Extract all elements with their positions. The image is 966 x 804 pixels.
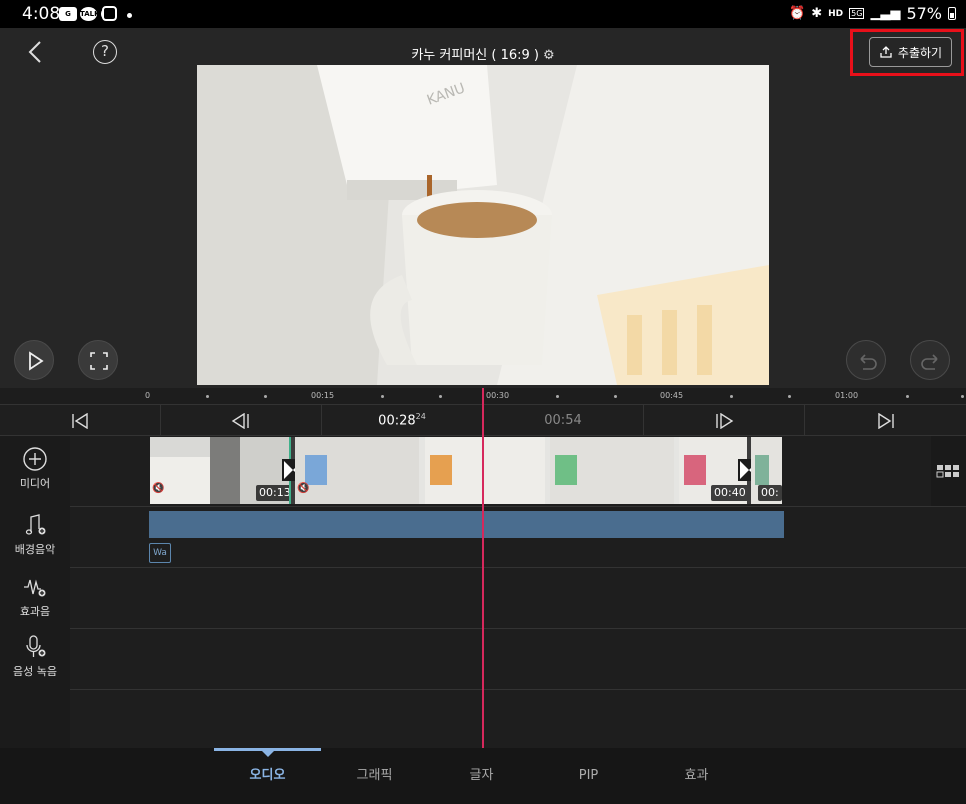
ruler-tick (614, 395, 617, 398)
network-5g-icon: 5G (849, 8, 865, 19)
video-track[interactable]: 🔇 00:13 � (150, 437, 782, 504)
ruler-tick (206, 395, 209, 398)
next-frame-icon (716, 412, 734, 429)
ruler-label: 01:00 (835, 391, 859, 400)
track-divider (70, 689, 966, 690)
play-button[interactable] (14, 340, 54, 380)
mute-icon: 🔇 (152, 483, 165, 494)
project-title-text: 카누 커피머신 ( 16:9 ) (411, 48, 539, 63)
voice-record-button[interactable]: 음성 녹음 (0, 634, 70, 679)
grid-icon (936, 465, 959, 478)
upload-icon (880, 46, 892, 58)
bgm-label: 배경음악 (14, 543, 56, 556)
clip-thumbnail (295, 437, 747, 504)
video-editor-screen: 4:08 G TALK … ⏰ ✱ HD 5G ▁▃▅ 57% ? 카누 커피머… (0, 0, 966, 804)
hd-voice-icon: HD (828, 8, 844, 19)
audio-clip[interactable] (149, 511, 784, 538)
audio-clip-tag[interactable]: Wa (149, 543, 171, 563)
export-label: 추출하기 (897, 45, 943, 60)
play-icon (29, 351, 44, 371)
tab-pip[interactable]: PIP (535, 748, 642, 804)
layout-grid-button[interactable] (931, 436, 966, 506)
media-button[interactable]: 미디어 (0, 446, 70, 491)
bottom-tab-bar: 오디오 그래픽 글자 PIP 효과 (0, 748, 966, 804)
status-time: 4:08 (22, 4, 61, 24)
redo-icon (921, 354, 938, 370)
playhead-time: 00:28 (378, 413, 416, 429)
battery-percent: 57% (906, 4, 942, 23)
clip-duration: 00:13 (256, 485, 289, 501)
signal-icon: ▁▃▅ (870, 6, 901, 21)
clip-duration: 00:40 (711, 485, 747, 501)
playhead-time-display: 00:2824 (322, 405, 483, 436)
kakaotalk-icon: TALK (80, 7, 100, 21)
export-button[interactable]: 추출하기 (869, 37, 952, 67)
tab-effect[interactable]: 효과 (643, 748, 750, 804)
next-time-display: 00:54 (483, 405, 644, 436)
video-frame-image: KANU (197, 65, 769, 385)
media-label: 미디어 (19, 477, 51, 490)
microphone-plus-icon (26, 635, 46, 657)
track-divider (70, 628, 966, 629)
instagram-icon (102, 6, 117, 21)
settings-gear-icon[interactable]: ⚙ (543, 48, 555, 63)
ruler-tick (788, 395, 791, 398)
add-media-icon (23, 447, 47, 471)
mute-icon: 🔇 (297, 483, 310, 494)
fullscreen-icon (90, 352, 108, 370)
bluetooth-icon: ✱ (811, 6, 823, 21)
ruler-tick (906, 395, 909, 398)
fullscreen-button[interactable] (78, 340, 118, 380)
video-clip[interactable]: 00: (751, 437, 782, 504)
voice-label: 음성 녹음 (13, 665, 57, 678)
status-indicators: ⏰ ✱ HD 5G ▁▃▅ 57% (789, 4, 956, 23)
ruler-tick (439, 395, 442, 398)
video-preview[interactable]: KANU (197, 65, 769, 385)
track-sidebar: 미디어 배경음악 효과음 음성 녹음 (0, 436, 70, 748)
ruler-label: 0 (145, 391, 151, 400)
battery-icon (948, 7, 956, 20)
skip-end-icon (877, 412, 894, 429)
tab-audio[interactable]: 오디오 (214, 748, 321, 804)
ruler-tick (556, 395, 559, 398)
ruler-tick (381, 395, 384, 398)
video-clip[interactable]: 🔇 00:40 (295, 437, 747, 504)
track-divider (70, 506, 966, 507)
jump-to-end-button[interactable] (805, 405, 966, 436)
prev-edit-button[interactable] (161, 405, 322, 436)
clip-duration: 00: (758, 485, 782, 501)
video-clip[interactable]: 🔇 00:13 (150, 437, 291, 504)
notification-dot-icon (127, 13, 132, 18)
preview-area: KANU (0, 65, 966, 388)
ruler-tick (264, 395, 267, 398)
status-bar: 4:08 G TALK … ⏰ ✱ HD 5G ▁▃▅ 57% (0, 0, 966, 28)
playhead-frames: 24 (415, 412, 426, 422)
redo-button[interactable] (910, 340, 950, 380)
timeline: 미디어 배경음악 효과음 음성 녹음 🔇 00:13 🔇 00:40 00: W… (0, 388, 966, 748)
ruler-tick (961, 395, 964, 398)
undo-icon (860, 354, 877, 370)
waveform-plus-icon (24, 579, 46, 597)
bgm-button[interactable]: 배경음악 (0, 512, 70, 557)
sfx-label: 효과음 (19, 605, 51, 618)
ruler-label: 00:15 (311, 391, 335, 400)
skip-start-icon (72, 412, 88, 429)
next-edit-button[interactable] (644, 405, 805, 436)
undo-button[interactable] (846, 340, 886, 380)
tab-graphic[interactable]: 그래픽 (321, 748, 428, 804)
tab-text[interactable]: 글자 (428, 748, 535, 804)
google-news-icon: G (59, 7, 77, 21)
next-time: 00:54 (544, 413, 582, 428)
sfx-button[interactable]: 효과음 (0, 574, 70, 619)
jump-to-start-button[interactable] (0, 405, 161, 436)
ruler-label: 00:45 (660, 391, 684, 400)
project-title[interactable]: 카누 커피머신 ( 16:9 ) ⚙ (0, 44, 966, 63)
music-note-plus-icon (25, 514, 46, 535)
ruler-tick (730, 395, 733, 398)
ruler-label: 00:30 (486, 391, 510, 400)
playhead[interactable] (482, 388, 484, 748)
track-divider (70, 567, 966, 568)
alarm-icon: ⏰ (789, 6, 806, 21)
prev-frame-icon (231, 412, 249, 429)
